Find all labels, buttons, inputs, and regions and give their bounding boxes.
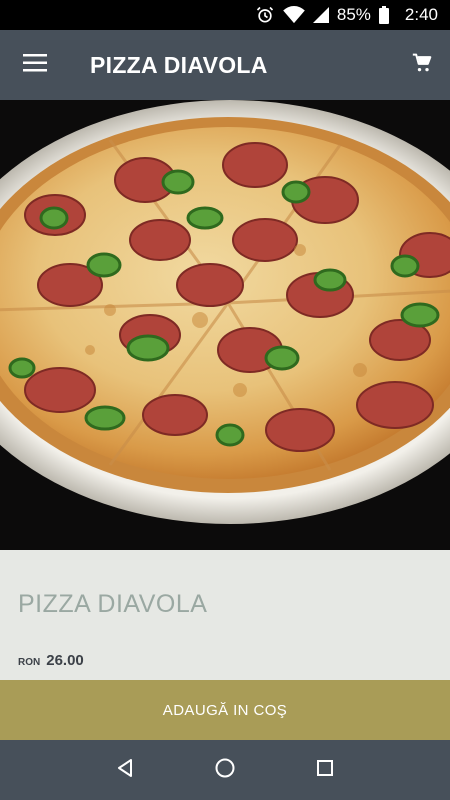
home-icon (214, 757, 236, 784)
back-icon (115, 758, 135, 783)
home-button[interactable] (195, 740, 255, 800)
recents-button[interactable] (295, 740, 355, 800)
price-amount: 26.00 (46, 652, 84, 669)
clock: 2:40 (404, 5, 438, 24)
price-currency: RON (18, 657, 41, 668)
product-name: PIZZA DIAVOLA (18, 590, 208, 618)
price: RON 26.00 (18, 652, 84, 669)
system-nav-bar (0, 740, 450, 800)
app-bar: PIZZA DIAVOLA (0, 30, 450, 100)
product-details: PIZZA DIAVOLA RON 26.00 (0, 550, 450, 680)
page-title: PIZZA DIAVOLA (90, 51, 268, 78)
alarm-icon (255, 5, 275, 25)
signal-icon (312, 7, 329, 23)
product-image (0, 100, 450, 550)
hamburger-menu-icon (23, 53, 47, 77)
add-to-cart-button[interactable]: ADAUGĂ IN COŞ (0, 680, 450, 740)
menu-button[interactable] (0, 30, 70, 100)
shopping-cart-icon (412, 53, 432, 78)
recents-icon (316, 759, 334, 782)
wifi-icon (283, 6, 305, 24)
battery-icon (378, 6, 389, 24)
back-button[interactable] (95, 740, 155, 800)
cart-button[interactable] (394, 30, 450, 100)
battery-percentage: 85% (336, 5, 371, 24)
status-bar: 85% 2:40 (0, 0, 450, 30)
